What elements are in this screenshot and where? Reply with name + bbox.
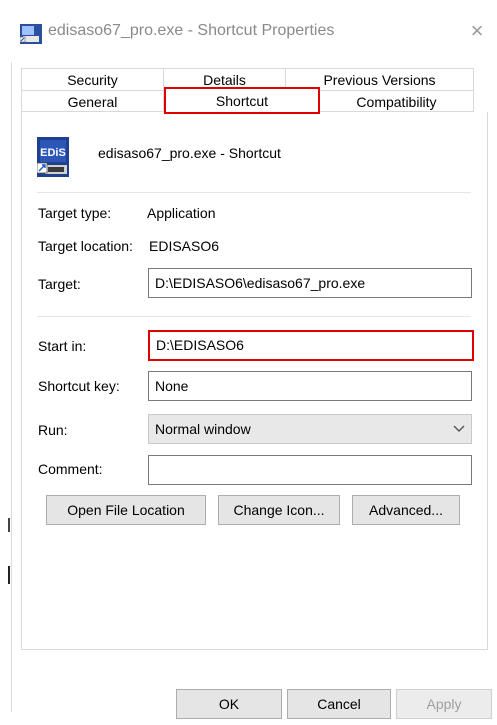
tab-shortcut[interactable]: Shortcut [164,87,320,114]
target-type-value: Application [147,205,216,221]
icon-text: EDiS [40,147,66,159]
app-icon [20,24,42,44]
shortcut-key-label: Shortcut key: [38,378,120,394]
window-title: edisaso67_pro.exe - Shortcut Properties [48,22,335,39]
target-type-label: Target type: [38,205,112,221]
target-label: Target: [38,276,81,292]
edis-program-icon: EDiS [37,137,69,177]
comment-label: Comment: [38,461,103,477]
target-location-value: EDISASO6 [149,238,220,254]
left-edge-mark [8,566,10,584]
tab-general[interactable]: General [21,90,164,112]
separator [37,316,471,317]
left-border [11,62,12,712]
run-label: Run: [38,422,68,438]
cancel-button[interactable]: Cancel [287,689,391,719]
tab-security[interactable]: Security [21,68,164,90]
advanced-button[interactable]: Advanced... [352,495,460,525]
open-file-location-button[interactable]: Open File Location [46,495,206,525]
run-select[interactable]: Normal window [148,414,472,444]
apply-button[interactable]: Apply [396,689,492,719]
change-icon-button[interactable]: Change Icon... [218,495,340,525]
chevron-down-icon[interactable] [452,421,466,435]
close-icon: × [470,18,484,43]
start-in-field[interactable]: D:\EDISASO6 [148,330,474,361]
close-button[interactable]: × [464,18,490,44]
start-in-label: Start in: [38,338,87,354]
shortcut-name: edisaso67_pro.exe - Shortcut [98,145,281,161]
left-edge-mark [8,518,10,532]
target-location-label: Target location: [38,238,133,254]
comment-field[interactable] [148,455,472,485]
run-select-value: Normal window [155,421,251,437]
ok-button[interactable]: OK [176,689,282,719]
shortcut-key-field[interactable]: None [148,371,472,401]
separator [37,192,471,193]
target-field[interactable]: D:\EDISASO6\edisaso67_pro.exe [148,268,472,298]
tab-compatibility[interactable]: Compatibility [320,90,474,112]
